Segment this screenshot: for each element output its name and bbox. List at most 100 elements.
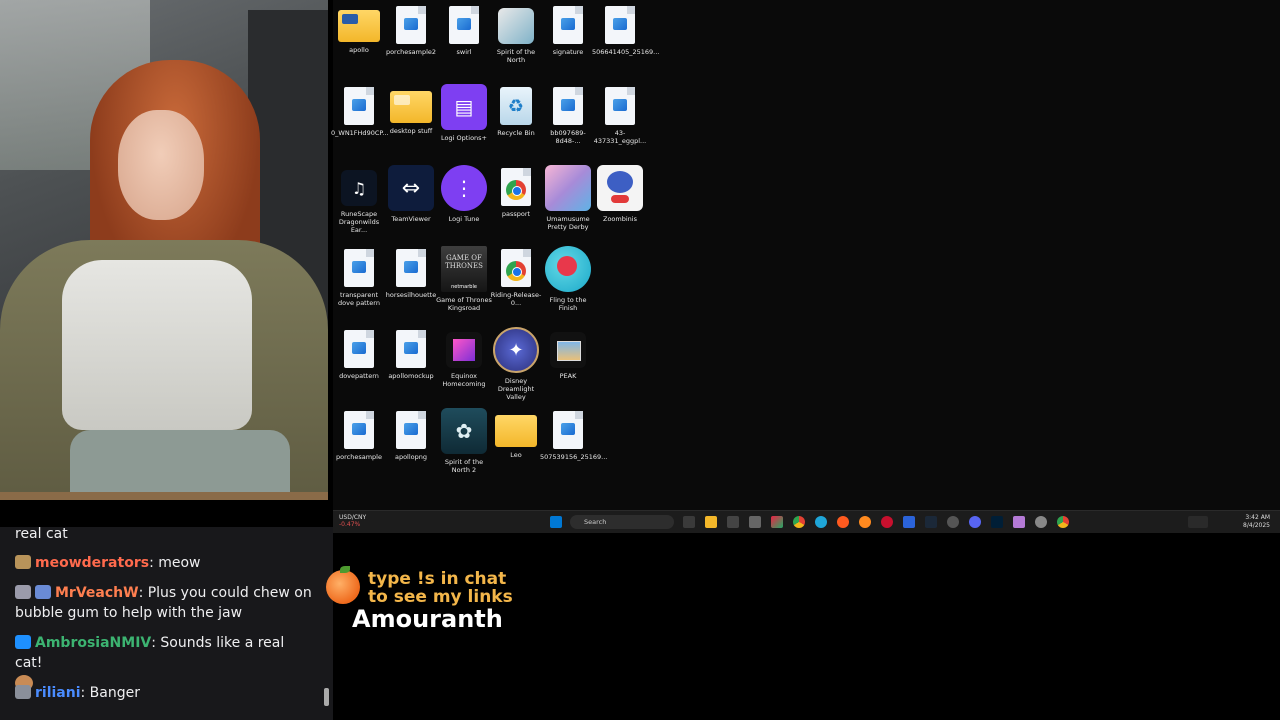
desktop-icon-43-437331[interactable]: 43-437331_eggpl... (592, 81, 648, 145)
gift-badge-icon (35, 585, 51, 599)
icon-label: Logi Options+ (440, 134, 487, 142)
chat-username[interactable]: meowderators (35, 555, 149, 571)
app-icon-16[interactable] (1013, 516, 1025, 528)
desktop-icon-dovepattern[interactable]: dovepattern (331, 324, 387, 380)
tray-icons[interactable] (1188, 516, 1208, 528)
tray-clock[interactable]: 3:42 AM 8/4/2025 (1243, 514, 1270, 530)
desktop-icon-spirit-of-the-north-2[interactable]: ✿ Spirit of the North 2 (436, 405, 492, 474)
app-icon-4[interactable] (749, 516, 761, 528)
firefox-icon[interactable] (859, 516, 871, 528)
app-icon-11[interactable] (903, 516, 915, 528)
icon-label: 506641405_25169... (592, 48, 660, 56)
app-icon-13[interactable] (947, 516, 959, 528)
chrome-icon-2[interactable] (1057, 516, 1069, 528)
star-icon: ✦ (493, 327, 539, 373)
chrome-file-icon (501, 249, 531, 287)
image-file-icon (396, 330, 426, 368)
desktop-icon-logi-options[interactable]: ▤ Logi Options+ (436, 81, 492, 142)
desktop-icon-spirit-of-the-north[interactable]: Spirit of the North (488, 0, 544, 64)
logi-tune-icon: ⋮ (441, 165, 487, 211)
desktop-icon-game-of-thrones[interactable]: GAME OF THRONES netmarble Game of Throne… (436, 243, 492, 312)
streamer-name: Amouranth (352, 605, 503, 633)
teamviewer-icon: ⇔ (388, 165, 434, 211)
settings-gear-icon[interactable] (1035, 516, 1047, 528)
folder-icon (338, 10, 380, 42)
chat-panel: real cat meowderators: meow MrVeachW: Pl… (0, 527, 333, 720)
badge-icon (15, 585, 31, 599)
app-icon-5[interactable] (771, 516, 783, 528)
umamusume-icon (545, 165, 591, 211)
chat-message: meowderators: meow (15, 553, 315, 573)
recycle-bin-icon: ♻ (500, 87, 532, 125)
icon-label: apollopng (394, 453, 428, 461)
icon-label: PEAK (559, 372, 577, 380)
image-file-icon (396, 249, 426, 287)
chat-username[interactable]: AmbrosiaNMIV (35, 635, 151, 651)
desktop-icon-apollopng[interactable]: apollopng (383, 405, 439, 461)
icon-label: TeamViewer (391, 215, 431, 223)
chat-username[interactable]: riliani (35, 685, 81, 701)
desktop-icon-507539156[interactable]: 507539156_25169... (540, 405, 608, 461)
desktop-icon-apollo[interactable]: apollo (331, 0, 387, 54)
chrome-icon[interactable] (793, 516, 805, 528)
image-file-icon (553, 6, 583, 44)
desktop-icon-runescape-dragonwilds[interactable]: ♫ RuneScape Dragonwilds Ear... (331, 162, 387, 234)
desktop-icon-zoombinis[interactable]: Zoombinis (592, 162, 648, 223)
steam-icon[interactable] (925, 516, 937, 528)
icon-label: Zoombinis (603, 215, 637, 223)
equinox-icon (446, 332, 482, 368)
desktop-icon-signature[interactable]: signature (540, 0, 596, 56)
icon-label: transparent dove pattern (338, 291, 380, 307)
desktop-icon-bb097689[interactable]: bb097689-8d48-... (540, 81, 596, 145)
taskbar-search-box[interactable]: Search (570, 515, 674, 529)
webcam-person-top (62, 260, 252, 430)
desktop-icon-horsesilhouette[interactable]: horsesilhouette (383, 243, 439, 299)
desktop-icon-logi-tune[interactable]: ⋮ Logi Tune (436, 162, 492, 223)
desktop-icon-0-wn1fhd90cp[interactable]: 0_WN1FHd90CP... (331, 81, 388, 137)
fox-icon: ✿ (441, 408, 487, 454)
icon-label: apollo (349, 46, 369, 54)
photoshop-icon[interactable] (991, 516, 1003, 528)
desktop-icon-porchesample[interactable]: porchesample (331, 405, 387, 461)
chat-scrollbar[interactable] (324, 688, 329, 706)
tray-date: 8/4/2025 (1243, 522, 1270, 529)
task-view-icon[interactable] (683, 516, 695, 528)
desktop-icon-recycle-bin[interactable]: ♻ Recycle Bin (488, 81, 544, 137)
desktop-icon-equinox-homecoming[interactable]: Equinox Homecoming (436, 324, 492, 388)
icon-label: Game of Thrones Kingsroad (436, 296, 492, 312)
desktop-icon-506641405[interactable]: 506641405_25169... (592, 0, 660, 56)
icon-label: 43-437331_eggpl... (593, 129, 647, 145)
edge-icon[interactable] (815, 516, 827, 528)
chat-username[interactable]: MrVeachW (55, 585, 139, 601)
desktop-icon-disney-dreamlight-valley[interactable]: ✦ Disney Dreamlight Valley (488, 324, 544, 401)
desktop-icon-peak[interactable]: PEAK (540, 324, 596, 380)
desktop-icon-umamusume[interactable]: Umamusume Pretty Derby (540, 162, 596, 231)
folder-icon (495, 415, 537, 447)
currency-widget[interactable]: USD/CNY -0.47% (339, 514, 366, 528)
app-icon-8[interactable] (837, 516, 849, 528)
currency-change: -0.47% (339, 521, 361, 528)
windows-start-icon[interactable] (550, 516, 562, 528)
image-file-icon (344, 330, 374, 368)
image-file-icon (344, 87, 374, 125)
icon-label: apollomockup (388, 372, 434, 380)
desktop-icon-fling-to-the-finish[interactable]: Fling to the Finish (540, 243, 596, 312)
desktop-icon-teamviewer[interactable]: ⇔ TeamViewer (383, 162, 439, 223)
icon-label: dovepattern (339, 372, 379, 380)
desktop-icon-apollomockup[interactable]: apollomockup (383, 324, 439, 380)
file-explorer-icon[interactable] (705, 516, 717, 528)
image-file-icon (344, 249, 374, 287)
app-icon-3[interactable] (727, 516, 739, 528)
desktop-icon-transparent-dove-pattern[interactable]: transparent dove pattern (331, 243, 387, 307)
opera-icon[interactable] (881, 516, 893, 528)
icon-label: RuneScape Dragonwilds Ear... (338, 210, 380, 234)
desktop-icon-riding-release[interactable]: Riding-Release-0... (488, 243, 544, 307)
desktop-icon-leo[interactable]: Leo (488, 405, 544, 459)
icon-label: 507539156_25169... (540, 453, 608, 461)
discord-icon[interactable] (969, 516, 981, 528)
desktop-icon-desktop-stuff[interactable]: desktop stuff (383, 81, 439, 135)
desktop-icon-swirl[interactable]: swirl (436, 0, 492, 56)
icon-label: bb097689-8d48-... (550, 129, 586, 145)
desktop-icon-porchesample2[interactable]: porchesample2 (383, 0, 439, 56)
desktop-icon-passport[interactable]: passport (488, 162, 544, 218)
